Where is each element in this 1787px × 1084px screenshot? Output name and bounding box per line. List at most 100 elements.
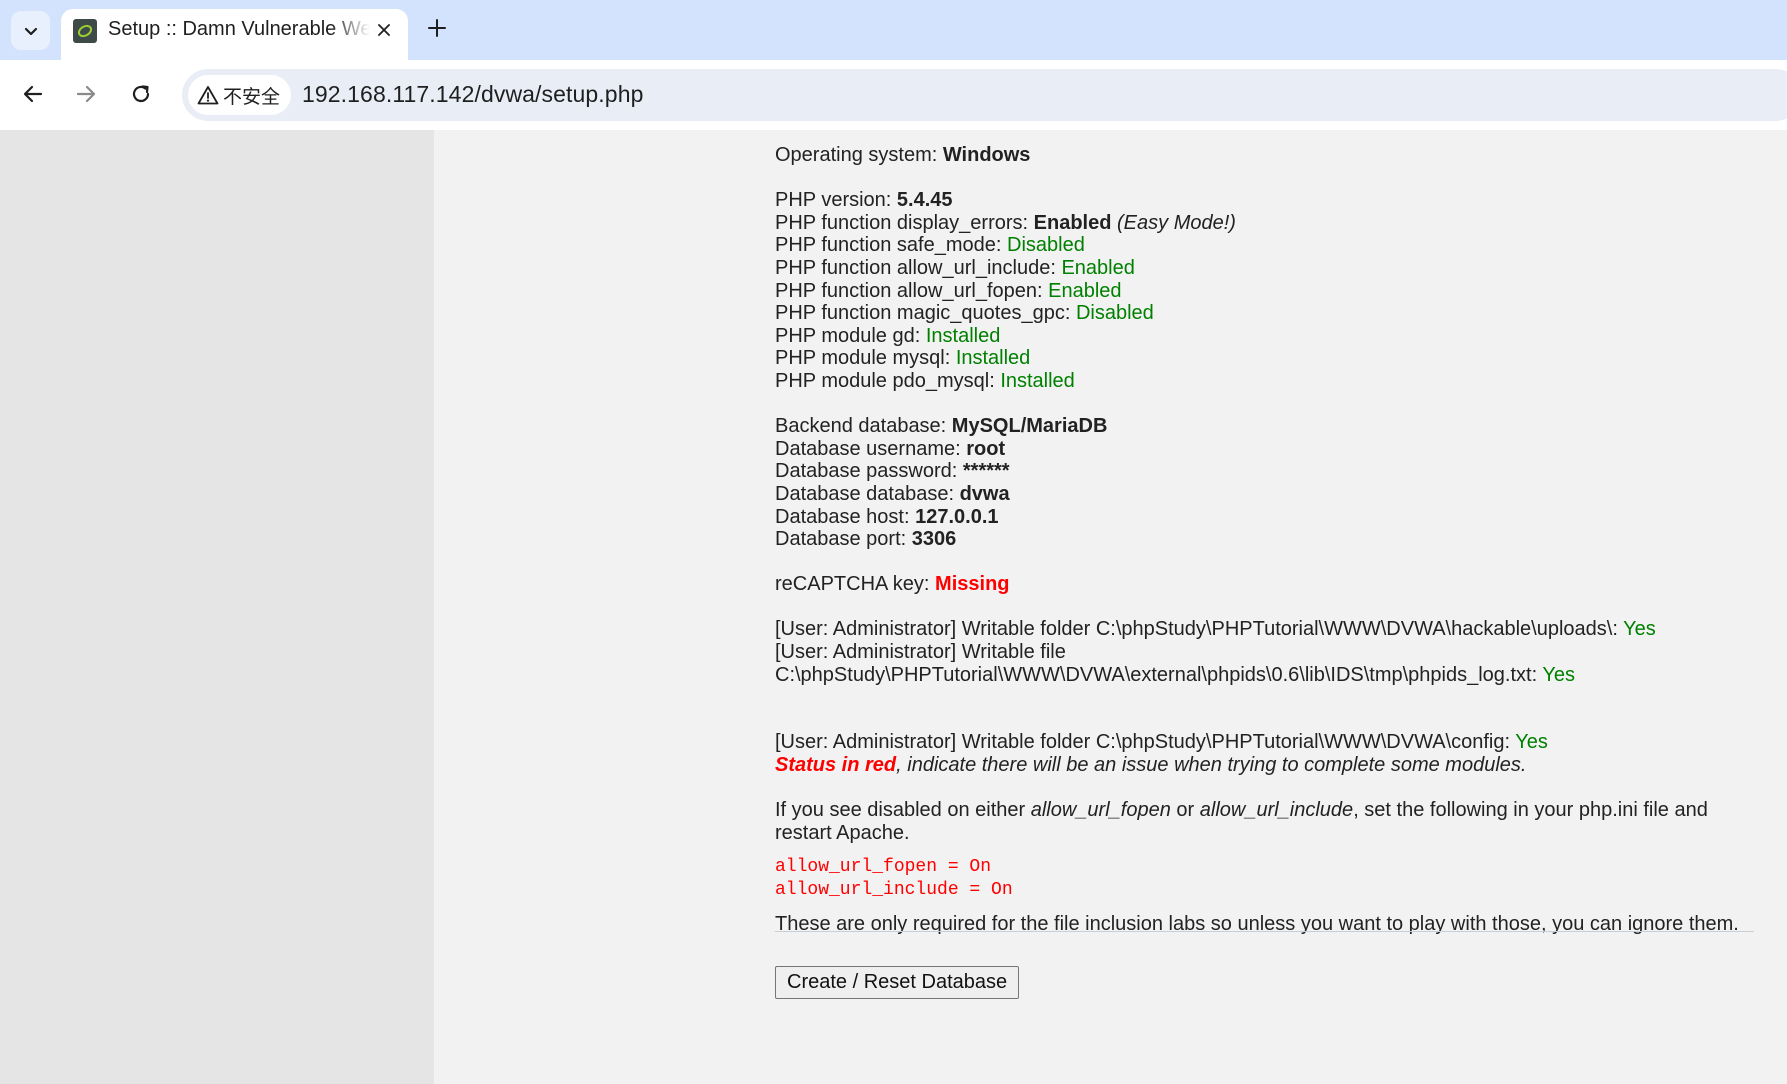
reload-button[interactable] — [125, 78, 157, 110]
url-path: /dvwa/setup.php — [474, 81, 644, 107]
setup-check-content: Operating system: Windows PHP version: 5… — [775, 144, 1765, 999]
tab-title: Setup :: Damn Vulnerable Web Application… — [108, 18, 370, 40]
tab-active[interactable]: Setup :: Damn Vulnerable Web Application… — [61, 9, 408, 60]
arrow-left-icon — [23, 85, 43, 103]
config-writable-line: [User: Administrator] Writable folder C:… — [775, 731, 1765, 754]
phpids-writable-value: Yes — [1542, 663, 1575, 686]
disabled-note-p2: or — [1170, 799, 1200, 822]
inclusion-note: These are only required for the file inc… — [775, 913, 1739, 936]
new-tab-button[interactable] — [421, 12, 453, 44]
allow-url-include-value: Enabled — [1061, 256, 1135, 279]
code-line: allow_url_include = On — [775, 879, 1013, 900]
status-note-rest: , indicate there will be an issue when t… — [896, 753, 1527, 776]
divider — [775, 931, 1754, 932]
phpids-writable-line-2: C:\phpStudy\PHPTutorial\WWW\DVWA\externa… — [775, 664, 1765, 687]
status-note-red: Status in red — [775, 753, 897, 776]
db-password-line: Database password: ****** — [775, 460, 1765, 483]
forward-button[interactable] — [70, 78, 102, 110]
gd-value: Installed — [925, 324, 1001, 347]
sidebar — [0, 130, 434, 1084]
phpids-writable-line-1: [User: Administrator] Writable file — [775, 641, 1066, 664]
close-icon[interactable] — [372, 18, 396, 42]
os-label: Operating system: — [775, 144, 943, 166]
gd-line: PHP module gd: Installed — [775, 325, 1765, 348]
pdo-mysql-value: Installed — [1000, 369, 1075, 392]
db-host-line: Database host: 127.0.0.1 — [775, 506, 1765, 529]
allow-url-fopen-value: Enabled — [1048, 279, 1122, 302]
db-port-line: Database port: 3306 — [775, 528, 1765, 551]
uploads-writable-value: Yes — [1623, 618, 1656, 641]
php-version-line: PHP version: 5.4.45 — [775, 189, 1765, 212]
db-port-label: Database port: — [775, 528, 912, 551]
code-line: allow_url_fopen = On — [775, 857, 992, 878]
url-text[interactable]: 192.168.117.142/dvwa/setup.php — [302, 81, 643, 108]
display-errors-line: PHP function display_errors: Enabled (Ea… — [775, 212, 1765, 235]
back-button[interactable] — [17, 78, 49, 110]
safe-mode-value: Disabled — [1007, 234, 1085, 257]
pdo-mysql-line: PHP module pdo_mysql: Installed — [775, 370, 1765, 393]
config-writable-text: [User: Administrator] Writable folder C:… — [775, 731, 1516, 754]
magic-quotes-value: Disabled — [1075, 302, 1154, 325]
allow-url-fopen-line: PHP function allow_url_fopen: Enabled — [775, 280, 1765, 303]
db-database-label: Database database: — [775, 482, 960, 505]
db-port-value: 3306 — [911, 528, 957, 551]
display-errors-label: PHP function display_errors: — [775, 211, 1034, 234]
config-writable-value: Yes — [1515, 731, 1548, 754]
disabled-note-p1: If you see disabled on either — [775, 799, 1031, 822]
db-host-value: 127.0.0.1 — [915, 505, 999, 528]
browser-toolbar: 不安全 192.168.117.142/dvwa/setup.php — [0, 60, 1787, 130]
allow-url-include-line: PHP function allow_url_include: Enabled — [775, 257, 1765, 280]
mysql-value: Installed — [955, 347, 1031, 370]
warning-icon — [197, 86, 219, 105]
db-username-value: root — [966, 437, 1006, 460]
backend-db-label: Backend database: — [775, 415, 952, 438]
create-reset-database-button[interactable]: Create / Reset Database — [775, 966, 1020, 999]
db-password-label: Database password: — [775, 460, 963, 483]
magic-quotes-label: PHP function magic_quotes_gpc: — [775, 302, 1076, 325]
recaptcha-line: reCAPTCHA key: Missing — [775, 573, 1765, 596]
mysql-label: PHP module mysql: — [775, 347, 956, 370]
os-value: Windows — [942, 144, 1031, 166]
db-host-label: Database host: — [775, 505, 916, 528]
uploads-writable-line: [User: Administrator] Writable folder C:… — [775, 618, 1765, 641]
gd-label: PHP module gd: — [775, 324, 926, 347]
dvwa-favicon-icon — [73, 19, 97, 43]
php-version-value: 5.4.45 — [896, 189, 953, 212]
reload-icon — [132, 85, 150, 103]
magic-quotes-line: PHP function magic_quotes_gpc: Disabled — [775, 302, 1765, 325]
phpids-writable-path: C:\phpStudy\PHPTutorial\WWW\DVWA\externa… — [775, 663, 1543, 686]
easy-mode-note: (Easy Mode!) — [1117, 211, 1236, 234]
disabled-note: If you see disabled on either allow_url_… — [775, 799, 1765, 844]
php-ini-code: allow_url_fopen = On allow_url_include = … — [775, 856, 1765, 901]
recaptcha-value: Missing — [935, 573, 1010, 596]
allow-url-fopen-label: PHP function allow_url_fopen: — [775, 279, 1049, 302]
status-note: Status in red, indicate there will be an… — [775, 754, 1765, 777]
security-chip-label: 不安全 — [223, 86, 281, 108]
safe-mode-label: PHP function safe_mode: — [775, 234, 1007, 257]
disabled-note-fopen: allow_url_fopen — [1030, 799, 1171, 822]
security-chip[interactable]: 不安全 — [188, 75, 292, 115]
recaptcha-label: reCAPTCHA key: — [775, 573, 936, 596]
backend-db-value: MySQL/MariaDB — [951, 415, 1108, 438]
db-database-line: Database database: dvwa — [775, 483, 1765, 506]
tab-strip: Setup :: Damn Vulnerable Web Application… — [0, 0, 1787, 60]
db-username-label: Database username: — [775, 437, 967, 460]
db-username-line: Database username: root — [775, 438, 1765, 461]
address-bar[interactable]: 不安全 192.168.117.142/dvwa/setup.php — [182, 69, 1787, 121]
mysql-line: PHP module mysql: Installed — [775, 347, 1765, 370]
plus-icon — [428, 19, 446, 37]
php-version-label: PHP version: — [775, 189, 897, 212]
arrow-right-icon — [76, 85, 96, 103]
db-database-value: dvwa — [959, 482, 1010, 505]
disabled-note-include: allow_url_include — [1199, 799, 1354, 822]
pdo-mysql-label: PHP module pdo_mysql: — [775, 369, 1001, 392]
safe-mode-line: PHP function safe_mode: Disabled — [775, 234, 1765, 257]
display-errors-value: Enabled — [1033, 211, 1112, 234]
db-password-value: ****** — [962, 460, 1010, 483]
url-host: 192.168.117.142 — [302, 81, 475, 107]
chevron-down-icon — [24, 27, 37, 35]
os-line: Operating system: Windows — [775, 144, 1765, 167]
tab-search-button[interactable] — [11, 11, 50, 50]
backend-db-line: Backend database: MySQL/MariaDB — [775, 415, 1765, 438]
allow-url-include-label: PHP function allow_url_include: — [775, 256, 1062, 279]
